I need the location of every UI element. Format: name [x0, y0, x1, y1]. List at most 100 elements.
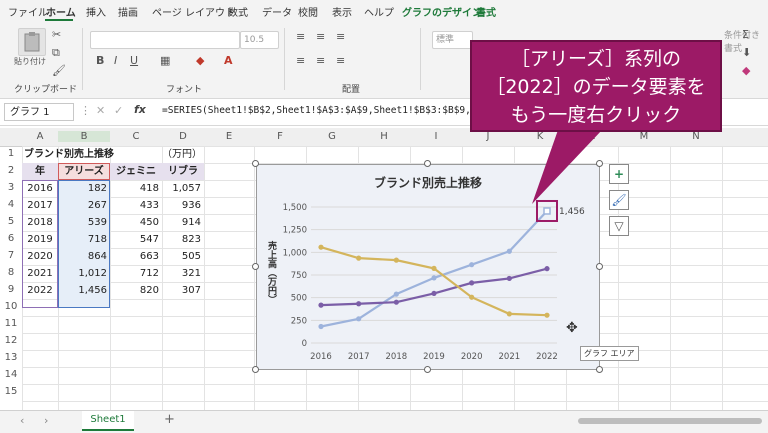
resize-handle[interactable] [596, 366, 603, 373]
enter-icon[interactable]: ✓ [114, 104, 123, 117]
table-cell[interactable]: 1,012 [58, 265, 110, 282]
data-point[interactable] [318, 302, 324, 308]
unit-cell[interactable]: （万円） [162, 146, 202, 163]
data-point[interactable] [469, 294, 475, 300]
resize-handle[interactable] [596, 263, 603, 270]
table-cell[interactable]: 2017 [22, 197, 58, 214]
data-point[interactable] [544, 312, 550, 318]
underline-icon[interactable]: U [130, 54, 138, 67]
sheet-tab[interactable]: Sheet1 [82, 411, 134, 431]
row-header[interactable]: 7 [0, 250, 22, 261]
data-point[interactable] [431, 290, 437, 297]
y-axis-title[interactable]: 売上高（万円） [266, 240, 278, 304]
tab-help[interactable]: ヘルプ [364, 4, 394, 19]
row-header[interactable]: 9 [0, 284, 22, 295]
data-point[interactable] [318, 244, 324, 250]
row-header[interactable]: 1 [0, 148, 22, 159]
format-painter-icon[interactable]: 🖌 [52, 64, 66, 77]
tab-chart-design[interactable]: グラフのデザイン [402, 4, 482, 19]
table-cell[interactable]: 712 [110, 265, 162, 282]
row-header[interactable]: 5 [0, 216, 22, 227]
fill-color-icon[interactable]: ◆ [196, 54, 204, 67]
header-cell[interactable]: アリーズ [58, 163, 110, 180]
data-point[interactable] [469, 280, 475, 286]
resize-handle[interactable] [252, 160, 259, 167]
data-point[interactable] [393, 257, 399, 263]
tab-formulas[interactable]: 数式 [228, 4, 248, 19]
table-cell[interactable]: 2021 [22, 265, 58, 282]
row-header[interactable]: 12 [0, 335, 22, 346]
italic-icon[interactable]: I [114, 54, 117, 67]
data-point[interactable] [356, 301, 362, 307]
fill-icon[interactable]: ⬇ [742, 46, 751, 59]
cancel-icon[interactable]: ✕ [96, 104, 105, 117]
table-cell[interactable]: 864 [58, 248, 110, 265]
table-cell[interactable]: 2020 [22, 248, 58, 265]
table-cell[interactable]: 914 [162, 214, 204, 231]
data-point[interactable] [469, 262, 475, 268]
tab-page-layout[interactable]: ページ レイアウト [152, 4, 235, 19]
column-header[interactable]: D [162, 131, 204, 142]
row-header[interactable]: 10 [0, 301, 22, 312]
series-line[interactable] [320, 267, 548, 307]
table-cell[interactable]: 718 [58, 231, 110, 248]
tab-data[interactable]: データ [262, 4, 292, 19]
plot-area[interactable]: 0 250 500 750 1,000 1,250 1,500 2016 2017 2018 201… [283, 199, 585, 362]
header-cell[interactable]: リブラ [162, 163, 204, 180]
cut-icon[interactable]: ✂ [52, 28, 61, 41]
column-header[interactable]: I [410, 131, 462, 142]
tab-review[interactable]: 校閲 [298, 4, 318, 19]
table-cell[interactable]: 267 [58, 197, 110, 214]
row-header[interactable]: 4 [0, 199, 22, 210]
y-tick-label[interactable]: 0 [302, 339, 307, 349]
data-point[interactable] [506, 275, 512, 282]
table-cell[interactable]: 1,456 [58, 282, 110, 299]
table-cell[interactable]: 2019 [22, 231, 58, 248]
chart-title[interactable]: ブランド別売上推移 [374, 175, 482, 190]
name-box[interactable]: グラフ 1 [4, 103, 74, 121]
table-cell[interactable]: 505 [162, 248, 204, 265]
resize-handle[interactable] [252, 263, 259, 270]
align-center-icon[interactable]: ≡ [316, 54, 325, 67]
x-tick-label[interactable]: 2020 [461, 352, 483, 362]
sheet-title-cell[interactable]: ブランド別売上推移 [24, 146, 114, 163]
y-tick-label[interactable]: 1,250 [283, 226, 307, 236]
y-tick-label[interactable]: 1,000 [283, 248, 307, 258]
table-cell[interactable]: 433 [110, 197, 162, 214]
table-cell[interactable]: 2018 [22, 214, 58, 231]
row-header[interactable]: 8 [0, 267, 22, 278]
copy-icon[interactable]: ⧉ [52, 46, 60, 60]
header-cell[interactable]: 年 [22, 163, 58, 180]
column-header[interactable]: F [254, 131, 306, 142]
resize-handle[interactable] [252, 366, 259, 373]
row-header[interactable]: 14 [0, 369, 22, 380]
row-header[interactable]: 3 [0, 182, 22, 193]
column-header[interactable]: G [306, 131, 358, 142]
resize-handle[interactable] [424, 366, 431, 373]
tab-draw[interactable]: 描画 [118, 4, 138, 19]
font-size-select[interactable]: 10.5 [240, 31, 279, 49]
data-point[interactable] [506, 311, 512, 317]
border-icon[interactable]: ▦ [160, 54, 170, 67]
y-tick-label[interactable]: 1,500 [283, 203, 307, 213]
selected-data-point[interactable] [543, 207, 551, 215]
clear-icon[interactable]: ◆ [742, 64, 750, 77]
table-cell[interactable]: 450 [110, 214, 162, 231]
column-header[interactable]: C [110, 131, 162, 142]
resize-handle[interactable] [424, 160, 431, 167]
prev-sheet-icon[interactable]: ‹ [20, 414, 24, 427]
table-cell[interactable]: 2022 [22, 282, 58, 299]
align-top-icon[interactable]: ≡ [296, 30, 305, 43]
table-cell[interactable]: 321 [162, 265, 204, 282]
tab-home[interactable]: ホーム [46, 4, 76, 19]
header-cell[interactable]: ジェミニ [110, 163, 162, 180]
table-cell[interactable]: 418 [110, 180, 162, 197]
row-header[interactable]: 6 [0, 233, 22, 244]
next-sheet-icon[interactable]: › [44, 414, 48, 427]
chart-styles-button[interactable]: 🖌 [609, 190, 629, 210]
data-point[interactable] [393, 291, 399, 297]
x-tick-label[interactable]: 2022 [536, 352, 558, 362]
data-label[interactable]: 1,456 [559, 207, 585, 217]
column-header[interactable]: E [204, 131, 254, 142]
font-name-select[interactable] [90, 31, 240, 49]
